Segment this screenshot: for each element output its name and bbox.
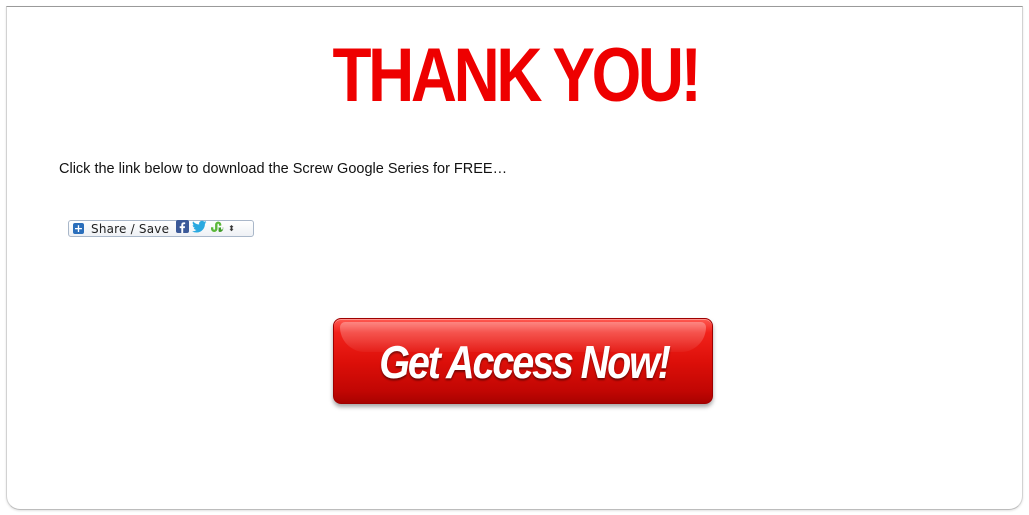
download-instructions: Click the link below to download the Scr… [59,161,508,177]
stumbleupon-icon[interactable] [210,220,224,238]
twitter-icon[interactable] [192,220,207,238]
page-title: THANK YOU! [332,33,702,118]
get-access-now-button[interactable]: Get Access Now! [333,318,713,404]
facebook-icon[interactable] [176,219,190,238]
share-save-label: Share / Save [91,221,170,236]
share-save-button[interactable]: + Share / Save ⬍ [68,219,254,238]
chevron-updown-icon[interactable]: ⬍ [228,224,235,233]
get-access-now-label: Get Access Now! [379,336,671,388]
share-plus-icon: + [73,222,84,235]
